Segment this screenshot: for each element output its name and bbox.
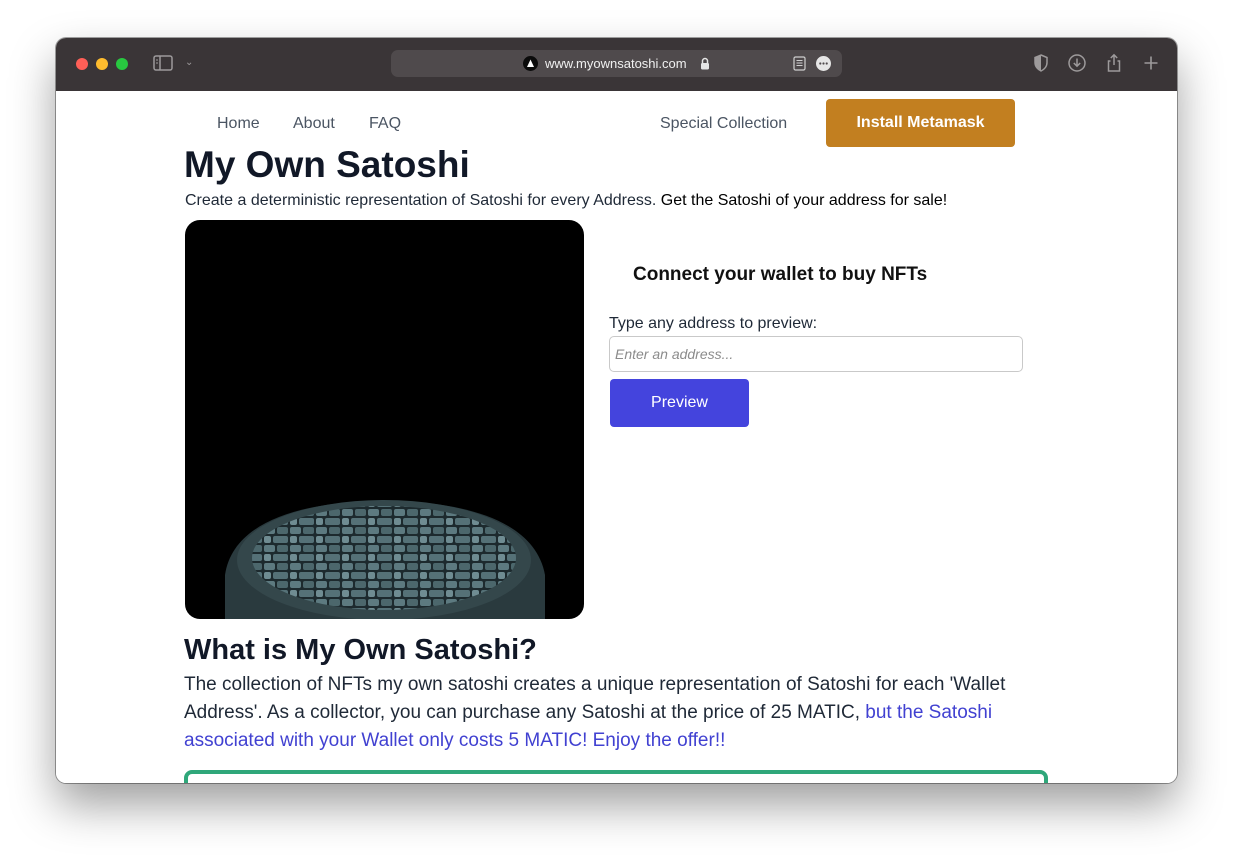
- url-text: www.myownsatoshi.com: [545, 56, 687, 71]
- satoshi-3d-preview[interactable]: [185, 220, 584, 619]
- nav-faq[interactable]: FAQ: [369, 115, 401, 133]
- share-icon[interactable]: [1104, 53, 1124, 73]
- chevron-down-icon[interactable]: ⌄: [185, 57, 193, 68]
- new-tab-icon[interactable]: [1141, 53, 1161, 73]
- about-paragraph: The collection of NFTs my own satoshi cr…: [184, 671, 1044, 755]
- nav-about[interactable]: About: [293, 115, 335, 133]
- subtitle-text: Create a deterministic representation of…: [185, 192, 661, 209]
- browser-toolbar: ⌄ www.myownsatoshi.com: [56, 38, 1177, 92]
- page-subtitle: Create a deterministic representation of…: [185, 192, 947, 210]
- stone-pedestal-icon: [225, 500, 545, 619]
- subtitle-highlight: Get the Satoshi of your address for sale…: [660, 192, 948, 209]
- more-options-icon[interactable]: [816, 56, 831, 71]
- site-favicon-icon: [523, 56, 538, 71]
- nav-special-collection[interactable]: Special Collection: [660, 115, 787, 133]
- connect-wallet-heading: Connect your wallet to buy NFTs: [633, 264, 928, 285]
- info-card: [184, 770, 1048, 783]
- address-bar[interactable]: www.myownsatoshi.com: [391, 50, 842, 77]
- privacy-shield-icon[interactable]: [1031, 53, 1051, 73]
- preview-button[interactable]: Preview: [610, 379, 749, 427]
- download-icon[interactable]: [1067, 53, 1087, 73]
- close-window-button[interactable]: [76, 58, 88, 70]
- zoom-window-button[interactable]: [116, 58, 128, 70]
- about-heading: What is My Own Satoshi?: [184, 634, 537, 666]
- install-metamask-button[interactable]: Install Metamask: [826, 99, 1015, 147]
- browser-window: ⌄ www.myownsatoshi.com Home About FAQ Sp…: [56, 38, 1177, 783]
- address-input[interactable]: [609, 336, 1023, 372]
- page-title: My Own Satoshi: [184, 144, 470, 185]
- page-content: Home About FAQ Special Collection Instal…: [56, 91, 1177, 783]
- minimize-window-button[interactable]: [96, 58, 108, 70]
- reader-mode-icon[interactable]: [793, 56, 806, 71]
- lock-icon: [700, 57, 710, 70]
- address-label: Type any address to preview:: [609, 315, 818, 332]
- nav-home[interactable]: Home: [217, 115, 260, 133]
- sidebar-toggle-icon[interactable]: [153, 55, 173, 71]
